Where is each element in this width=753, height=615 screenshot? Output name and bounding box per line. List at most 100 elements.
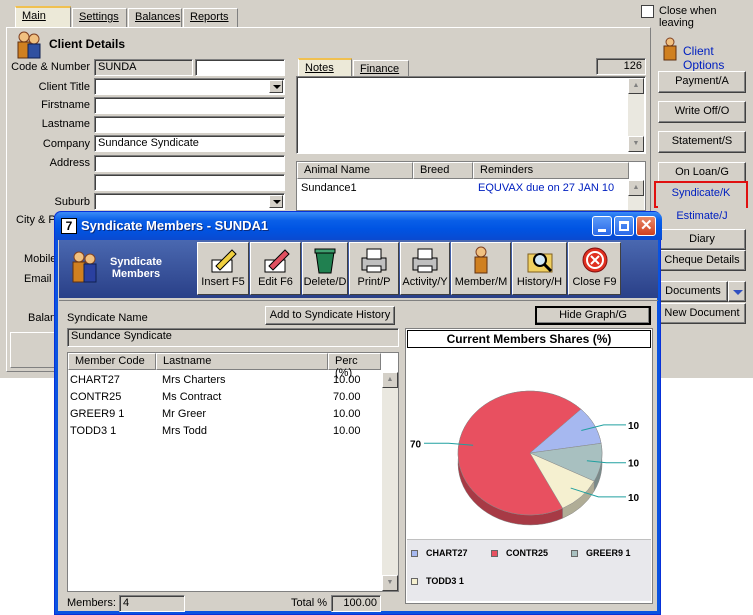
legend-swatch bbox=[571, 550, 578, 558]
member-perc-cell[interactable]: 10.00 bbox=[333, 374, 361, 391]
suburb-select[interactable] bbox=[94, 193, 285, 210]
dialog-titlebar[interactable]: 7 Syndicate Members - SUNDA1 ✕ bbox=[55, 212, 662, 240]
animal-name-cell[interactable]: Sundance1 bbox=[301, 182, 357, 194]
company-field[interactable]: Sundance Syndicate bbox=[94, 135, 285, 152]
new-document-button[interactable]: New Document bbox=[658, 303, 746, 324]
client-number-field[interactable] bbox=[195, 59, 285, 76]
tab-settings[interactable]: Settings bbox=[72, 8, 127, 27]
activity-button[interactable]: Activity/Y bbox=[400, 242, 450, 295]
maximize-icon[interactable] bbox=[614, 216, 634, 236]
minimize-icon[interactable] bbox=[592, 216, 612, 236]
legend-swatch bbox=[411, 578, 418, 586]
member-lastname-cell[interactable]: Mrs Charters bbox=[162, 374, 226, 391]
client-title-select[interactable] bbox=[94, 78, 285, 95]
total-label: Total % bbox=[291, 597, 328, 609]
chevron-down-icon bbox=[269, 195, 283, 208]
pie-data-label: 70 bbox=[410, 439, 422, 450]
button-label: Close F9 bbox=[572, 276, 617, 288]
chevron-down-icon bbox=[733, 290, 743, 295]
col-breed[interactable]: Breed bbox=[413, 162, 473, 179]
member-lastname-cell[interactable]: Mr Greer bbox=[162, 408, 206, 425]
header-label: Animal Name bbox=[304, 164, 371, 176]
notes-scrollbar[interactable]: ▲ ▼ bbox=[628, 78, 644, 152]
col-animal-name[interactable]: Animal Name bbox=[297, 162, 413, 179]
syndicate-button[interactable]: Syndicate/K bbox=[654, 181, 748, 208]
header-label: Member Code bbox=[75, 355, 145, 367]
legend-swatch bbox=[491, 550, 498, 558]
address-line2-field[interactable] bbox=[94, 174, 285, 191]
tab-label: Settings bbox=[79, 11, 119, 23]
members-scrollbar[interactable]: ▲ ▼ bbox=[382, 372, 398, 591]
client-extra-panel bbox=[10, 332, 56, 368]
estimate-button[interactable]: Estimate/J bbox=[658, 206, 746, 227]
statement-button[interactable]: Statement/S bbox=[658, 131, 746, 153]
member-perc-cell[interactable]: 10.00 bbox=[333, 425, 361, 442]
print-button[interactable]: Print/P bbox=[349, 242, 399, 295]
animals-scrollbar[interactable]: ▲ bbox=[628, 180, 644, 210]
scroll-down-icon[interactable]: ▼ bbox=[628, 136, 644, 152]
client-code-field[interactable]: SUNDA bbox=[94, 59, 193, 76]
button-label: Member/M bbox=[454, 276, 508, 288]
member-code-cell[interactable]: TODD3 1 bbox=[70, 425, 116, 442]
legend-item: CHART27 bbox=[411, 548, 468, 558]
member-perc-cell[interactable]: 70.00 bbox=[333, 391, 361, 408]
legend-label: CHART27 bbox=[426, 548, 468, 558]
delete-button[interactable]: Delete/D bbox=[302, 242, 348, 295]
member-code-cell[interactable]: CONTR25 bbox=[70, 391, 121, 408]
notes-textarea[interactable] bbox=[296, 76, 646, 154]
hide-graph-button[interactable]: Hide Graph/G bbox=[535, 306, 651, 325]
write-off-button[interactable]: Write Off/O bbox=[658, 101, 746, 123]
tab-reports[interactable]: Reports bbox=[183, 8, 238, 27]
col-lastname[interactable]: Lastname bbox=[156, 353, 328, 370]
scroll-up-icon[interactable]: ▲ bbox=[628, 180, 644, 196]
member-lastname-cell[interactable]: Ms Contract bbox=[162, 391, 221, 408]
cheque-details-button[interactable]: Cheque Details bbox=[658, 250, 746, 271]
lastname-field[interactable] bbox=[94, 116, 285, 133]
legend-item: CONTR25 bbox=[491, 548, 548, 558]
address-line1-field[interactable] bbox=[94, 155, 285, 172]
edit-button[interactable]: Edit F6 bbox=[250, 242, 301, 295]
tab-notes[interactable]: Notes bbox=[298, 58, 352, 76]
diary-button[interactable]: Diary bbox=[658, 229, 746, 250]
notes-count: 126 bbox=[596, 58, 646, 75]
firstname-field[interactable] bbox=[94, 97, 285, 114]
col-reminders[interactable]: Reminders bbox=[473, 162, 629, 179]
member-code-cell[interactable]: GREER9 1 bbox=[70, 408, 124, 425]
legend-label: CONTR25 bbox=[506, 548, 549, 558]
scroll-up-icon[interactable]: ▲ bbox=[382, 372, 398, 388]
tab-main[interactable]: Main bbox=[15, 6, 71, 28]
mobile-label: Mobile bbox=[24, 253, 57, 265]
activity-printer-icon bbox=[412, 248, 438, 273]
col-perc[interactable]: Perc (%) bbox=[328, 353, 381, 379]
animal-reminder-cell[interactable]: EQUVAX due on 27 JAN 10 bbox=[478, 182, 614, 194]
syndicate-name-field[interactable]: Sundance Syndicate bbox=[67, 328, 399, 347]
button-label: Activity/Y bbox=[402, 276, 448, 288]
person-icon bbox=[474, 246, 488, 274]
history-button[interactable]: History/H bbox=[512, 242, 567, 295]
header-label: Reminders bbox=[480, 164, 534, 176]
payment-button[interactable]: Payment/A bbox=[658, 71, 746, 93]
button-label: History/H bbox=[516, 276, 563, 288]
syndicate-members-dialog: 7 Syndicate Members - SUNDA1 ✕ Syndicate… bbox=[54, 211, 662, 615]
member-button[interactable]: Member/M bbox=[451, 242, 511, 295]
tab-balances[interactable]: Balances bbox=[128, 8, 182, 27]
member-perc-cell[interactable]: 10.00 bbox=[333, 408, 361, 425]
close-icon[interactable]: ✕ bbox=[636, 216, 656, 236]
close-f9-button[interactable]: Close F9 bbox=[568, 242, 621, 295]
scroll-down-icon[interactable]: ▼ bbox=[382, 575, 398, 591]
client-people-icon bbox=[17, 31, 41, 59]
close-when-leaving-checkbox[interactable] bbox=[641, 5, 654, 18]
member-code-cell[interactable]: CHART27 bbox=[70, 374, 120, 391]
documents-dropdown[interactable] bbox=[728, 281, 746, 302]
pencil-icon bbox=[211, 249, 237, 273]
add-to-history-button[interactable]: Add to Syndicate History bbox=[265, 306, 395, 325]
tab-finance[interactable]: Finance bbox=[353, 60, 409, 76]
member-lastname-cell[interactable]: Mrs Todd bbox=[162, 425, 207, 442]
col-member-code[interactable]: Member Code bbox=[68, 353, 156, 370]
documents-button[interactable]: Documents bbox=[658, 281, 728, 302]
on-loan-button[interactable]: On Loan/G bbox=[658, 162, 746, 183]
scroll-up-icon[interactable]: ▲ bbox=[628, 78, 644, 94]
legend-item: TODD3 1 bbox=[411, 576, 464, 586]
insert-button[interactable]: Insert F5 bbox=[197, 242, 249, 295]
dialog-title: Syndicate Members - SUNDA1 bbox=[81, 218, 269, 233]
